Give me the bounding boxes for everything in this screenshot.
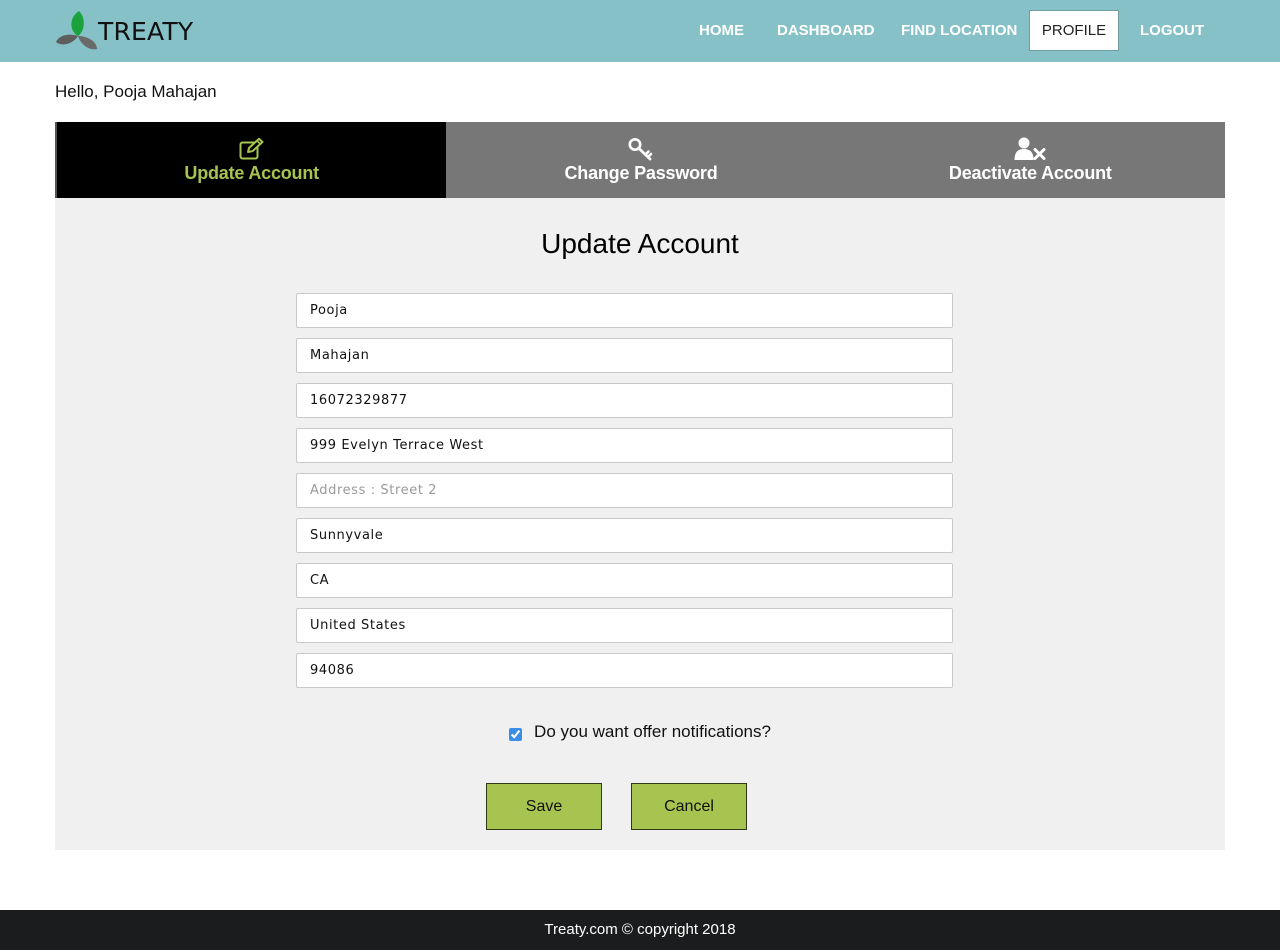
last-name-field[interactable]	[296, 338, 953, 373]
footer: Treaty.com © copyright 2018	[0, 910, 1280, 950]
tab-label: Change Password	[564, 163, 718, 183]
edit-icon	[239, 136, 265, 162]
save-button[interactable]: Save	[486, 783, 602, 830]
user-remove-icon	[1014, 136, 1046, 162]
top-navbar: TREATY HOME DASHBOARD FIND LOCATION PROF…	[0, 0, 1280, 62]
street-2-field[interactable]	[296, 473, 953, 508]
brand[interactable]: TREATY	[55, 9, 193, 53]
notifications-row: Do you want offer notifications?	[55, 722, 1225, 742]
zip-field[interactable]	[296, 653, 953, 688]
city-field[interactable]	[296, 518, 953, 553]
update-account-panel: Update Account Do you want offer notific…	[55, 198, 1225, 850]
tab-change-password[interactable]: Change Password	[446, 122, 835, 198]
nav-find-location[interactable]: FIND LOCATION	[901, 10, 1017, 51]
brand-name: TREATY	[98, 16, 194, 46]
nav-dashboard[interactable]: DASHBOARD	[777, 10, 875, 51]
notifications-checkbox[interactable]	[509, 727, 523, 741]
tab-label: Deactivate Account	[948, 163, 1112, 183]
cancel-button[interactable]: Cancel	[631, 783, 747, 830]
greeting-text: Hello, Pooja Mahajan	[55, 82, 217, 101]
phone-field[interactable]	[296, 383, 953, 418]
tab-update-account[interactable]: Update Account	[55, 122, 447, 198]
country-field[interactable]	[296, 608, 953, 643]
notifications-label[interactable]: Do you want offer notifications?	[534, 722, 771, 742]
tab-label: Update Account	[184, 163, 319, 183]
three-leaf-logo-icon	[56, 11, 97, 50]
street-1-field[interactable]	[296, 428, 953, 463]
key-icon	[628, 136, 654, 162]
account-tabs: Update Account Change Password Deactivat…	[55, 122, 1225, 198]
nav-home[interactable]: HOME	[699, 10, 744, 51]
nav-profile[interactable]: PROFILE	[1029, 10, 1119, 51]
first-name-field[interactable]	[296, 293, 953, 328]
copyright-text: Treaty.com © copyright 2018	[544, 921, 736, 938]
tab-deactivate-account[interactable]: Deactivate Account	[836, 122, 1225, 198]
panel-title: Update Account	[541, 228, 739, 259]
nav-logout[interactable]: LOGOUT	[1140, 10, 1204, 51]
state-field[interactable]	[296, 563, 953, 598]
